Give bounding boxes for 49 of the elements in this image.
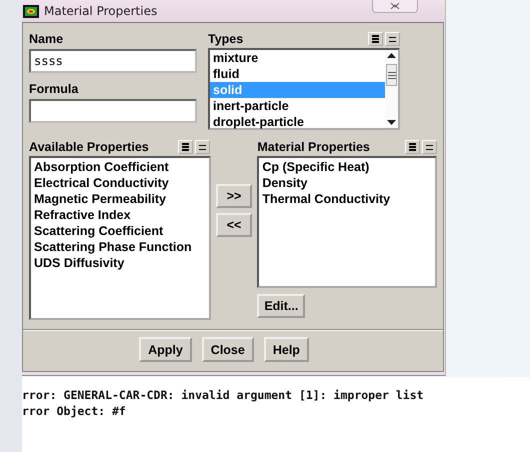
scroll-down-icon[interactable] — [387, 120, 396, 125]
list-item[interactable]: Electrical Conductivity — [31, 175, 209, 191]
list-item[interactable]: Refractive Index — [31, 207, 209, 223]
console-line: rror: GENERAL-CAR-CDR: invalid argument [1]: improper list — [22, 387, 425, 403]
transfer-button[interactable]: >> — [216, 184, 252, 208]
dialog-button[interactable]: Apply — [139, 337, 192, 362]
two-lines-icon — [426, 144, 433, 150]
field-label: Name — [29, 31, 64, 47]
console-line: rror Object: #f — [22, 403, 127, 419]
window-title: Material Properties — [44, 4, 158, 18]
scroll-up-icon[interactable] — [387, 53, 396, 58]
transfer-button[interactable]: << — [216, 213, 252, 237]
single-select-button[interactable] — [385, 32, 400, 46]
close-button[interactable] — [372, 0, 418, 13]
three-lines-icon — [182, 143, 189, 151]
close-icon — [390, 3, 400, 9]
three-lines-icon — [409, 143, 416, 151]
list-item[interactable]: mixture — [210, 50, 385, 66]
name-field[interactable]: ssss — [29, 49, 197, 73]
list-item[interactable]: droplet-particle — [210, 114, 385, 130]
list-item[interactable]: Magnetic Permeability — [31, 191, 209, 207]
formula-field[interactable] — [29, 99, 197, 123]
list-item[interactable]: Density — [259, 175, 435, 191]
list-item[interactable]: Scattering Phase Function — [31, 239, 209, 255]
list-item[interactable]: fluid — [210, 66, 385, 82]
list-label: Available Properties — [29, 139, 149, 155]
multi-select-button[interactable] — [368, 32, 383, 46]
list-item[interactable]: inert-particle — [210, 98, 385, 114]
field-label: Formula — [29, 81, 80, 97]
list-item[interactable]: UDS Diffusivity — [31, 255, 209, 271]
dialog-button[interactable]: Help — [264, 337, 309, 362]
list-label: Types — [208, 31, 244, 47]
multi-select-button[interactable] — [178, 140, 193, 154]
three-lines-icon — [372, 35, 379, 43]
multi-select-button[interactable] — [405, 140, 420, 154]
app-icon — [23, 4, 39, 18]
list-label: Material Properties — [257, 139, 370, 155]
list-item[interactable]: Absorption Coefficient — [31, 159, 209, 175]
scrollbar[interactable] — [385, 50, 398, 128]
scroll-thumb[interactable] — [386, 64, 397, 86]
two-lines-icon — [389, 36, 396, 42]
two-lines-icon — [198, 144, 206, 150]
list-item[interactable]: Cp (Specific Heat) — [259, 159, 435, 175]
edit-button[interactable]: Edit... — [257, 294, 306, 318]
dialog-button[interactable]: Close — [202, 337, 254, 362]
list-item[interactable]: Scattering Coefficient — [31, 223, 209, 239]
single-select-button[interactable] — [194, 140, 210, 154]
single-select-button[interactable] — [422, 140, 437, 154]
list-item[interactable]: Thermal Conductivity — [259, 191, 435, 207]
